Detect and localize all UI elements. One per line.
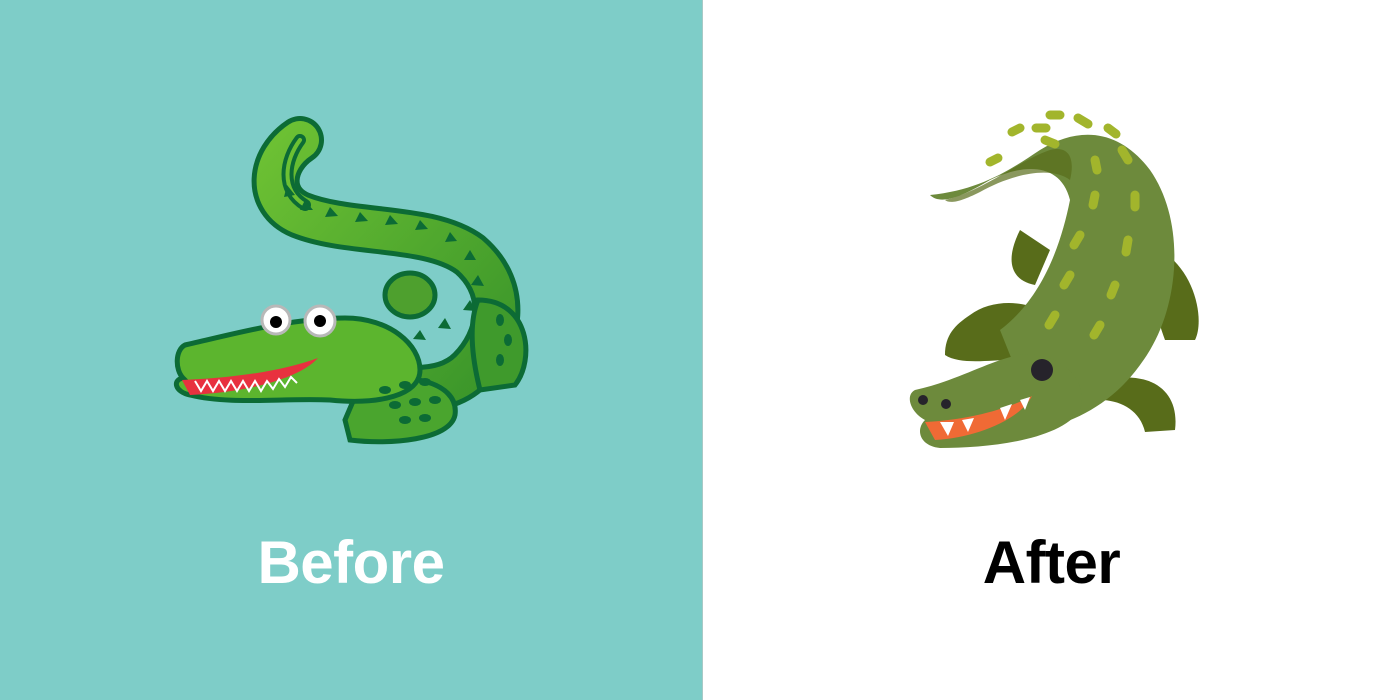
before-label: Before <box>257 529 445 596</box>
before-panel: Before <box>0 0 702 700</box>
after-panel: After <box>703 0 1400 700</box>
after-label: After <box>982 529 1121 596</box>
